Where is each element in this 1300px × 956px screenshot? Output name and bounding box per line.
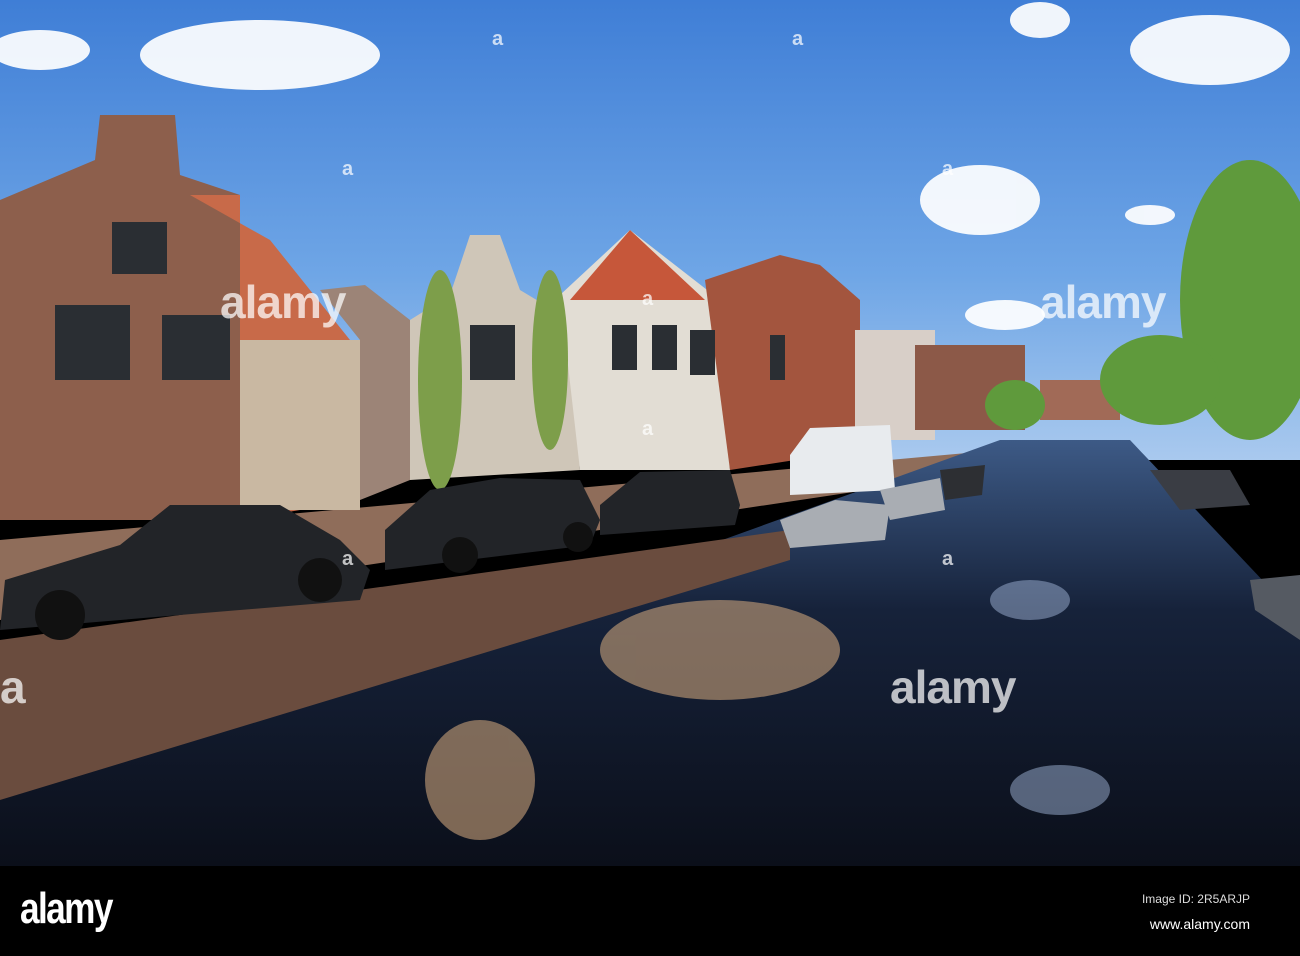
watermark: a	[342, 158, 353, 180]
alamy-logo: alamy	[20, 884, 113, 933]
van	[790, 425, 895, 495]
site-url: www.alamy.com	[1149, 916, 1250, 932]
watermark: a	[492, 28, 503, 50]
watermark: a	[792, 28, 803, 50]
image-id: Image ID: 2R5ARJP	[1141, 892, 1250, 906]
watermark: a	[342, 548, 353, 570]
watermark: a	[0, 661, 26, 713]
watermark: a	[642, 288, 653, 310]
watermark: alamy	[220, 276, 346, 328]
watermark: a	[642, 418, 653, 440]
watermark: alamy	[1040, 276, 1166, 328]
watermark: alamy	[890, 661, 1016, 713]
watermark: a	[942, 548, 953, 570]
footer-bar: alamy Image ID: 2R5ARJP www.alamy.com	[0, 866, 1300, 956]
watermark: a	[942, 158, 953, 180]
stock-photo: alamy alamy alamy a a a a a a a a a alam…	[0, 0, 1300, 956]
